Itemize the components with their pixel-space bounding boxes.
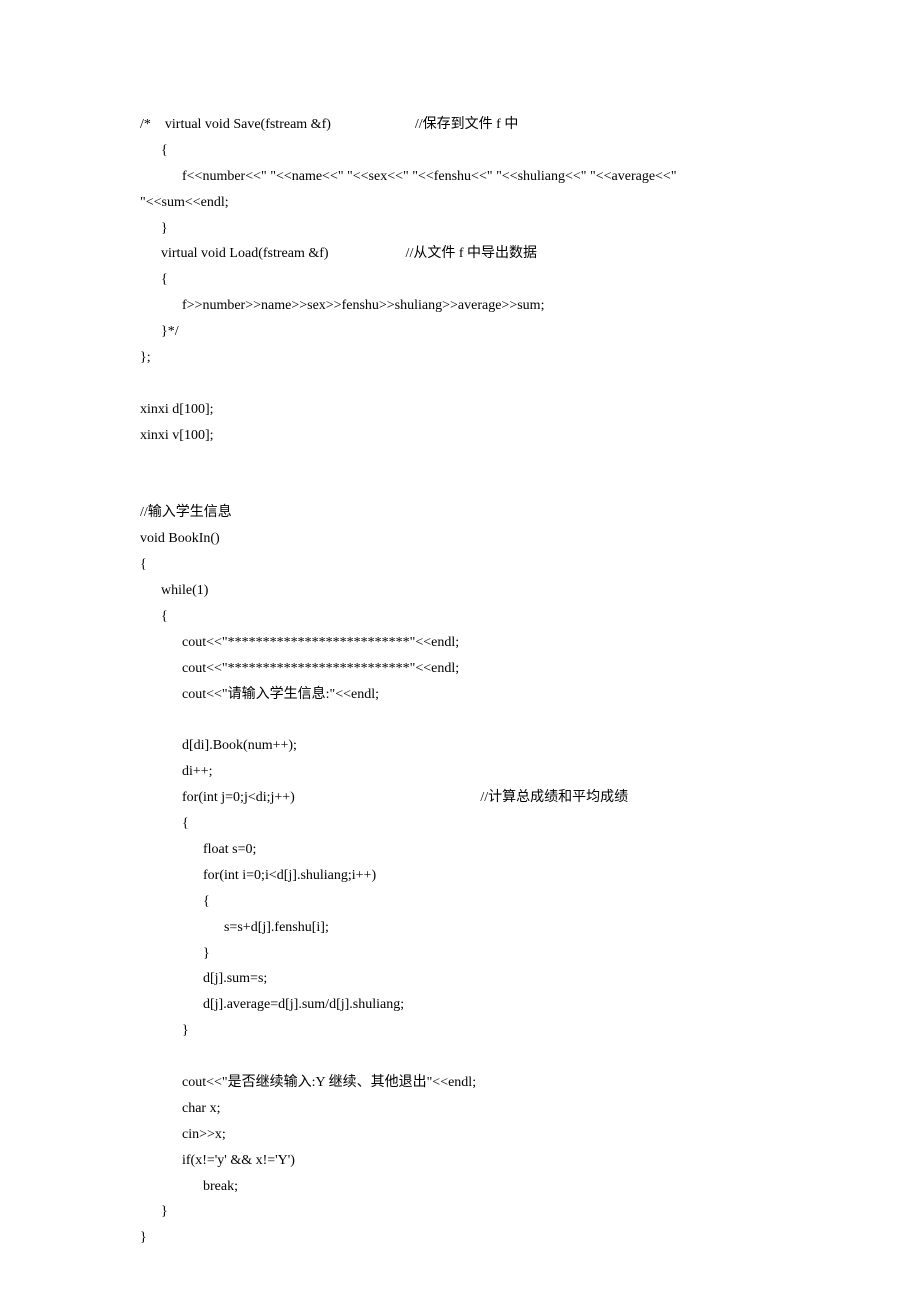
code-line: di++;	[140, 759, 780, 785]
code-line: while(1)	[140, 578, 780, 604]
code-line: }*/	[140, 319, 780, 345]
code-line: f>>number>>name>>sex>>fenshu>>shuliang>>…	[140, 293, 780, 319]
code-line: cout<<"**************************"<<endl…	[140, 630, 780, 656]
code-line: d[j].average=d[j].sum/d[j].shuliang;	[140, 992, 780, 1018]
code-line: {	[140, 889, 780, 915]
code-line	[140, 707, 780, 733]
code-line: f<<number<<" "<<name<<" "<<sex<<" "<<fen…	[140, 164, 780, 190]
code-line: {	[140, 138, 780, 164]
code-line: xinxi d[100];	[140, 397, 780, 423]
code-line	[140, 371, 780, 397]
code-listing: /* virtual void Save(fstream &f) //保存到文件…	[140, 112, 780, 1251]
code-line: }	[140, 1199, 780, 1225]
code-line	[140, 1044, 780, 1070]
code-line: void BookIn()	[140, 526, 780, 552]
code-line: cout<<"是否继续输入:Y 继续、其他退出"<<endl;	[140, 1070, 780, 1096]
code-line: //输入学生信息	[140, 500, 780, 526]
code-line: float s=0;	[140, 837, 780, 863]
code-line: {	[140, 267, 780, 293]
code-line: cin>>x;	[140, 1122, 780, 1148]
code-line: "<<sum<<endl;	[140, 190, 780, 216]
code-line: break;	[140, 1174, 780, 1200]
code-line: s=s+d[j].fenshu[i];	[140, 915, 780, 941]
code-line: xinxi v[100];	[140, 423, 780, 449]
code-line: {	[140, 604, 780, 630]
code-line: };	[140, 345, 780, 371]
document-page: /* virtual void Save(fstream &f) //保存到文件…	[0, 0, 920, 1302]
code-line: {	[140, 552, 780, 578]
code-line: }	[140, 1018, 780, 1044]
code-line: char x;	[140, 1096, 780, 1122]
code-line: d[di].Book(num++);	[140, 733, 780, 759]
code-line: d[j].sum=s;	[140, 966, 780, 992]
code-line: }	[140, 216, 780, 242]
code-line: {	[140, 811, 780, 837]
code-line: for(int i=0;i<d[j].shuliang;i++)	[140, 863, 780, 889]
code-line: }	[140, 941, 780, 967]
code-line	[140, 449, 780, 475]
code-line: /* virtual void Save(fstream &f) //保存到文件…	[140, 112, 780, 138]
code-line: }	[140, 1225, 780, 1251]
code-line: for(int j=0;j<di;j++) //计算总成绩和平均成绩	[140, 785, 780, 811]
code-line: if(x!='y' && x!='Y')	[140, 1148, 780, 1174]
code-line: virtual void Load(fstream &f) //从文件 f 中导…	[140, 241, 780, 267]
code-line: cout<<"请输入学生信息:"<<endl;	[140, 682, 780, 708]
code-line: cout<<"**************************"<<endl…	[140, 656, 780, 682]
code-line	[140, 474, 780, 500]
